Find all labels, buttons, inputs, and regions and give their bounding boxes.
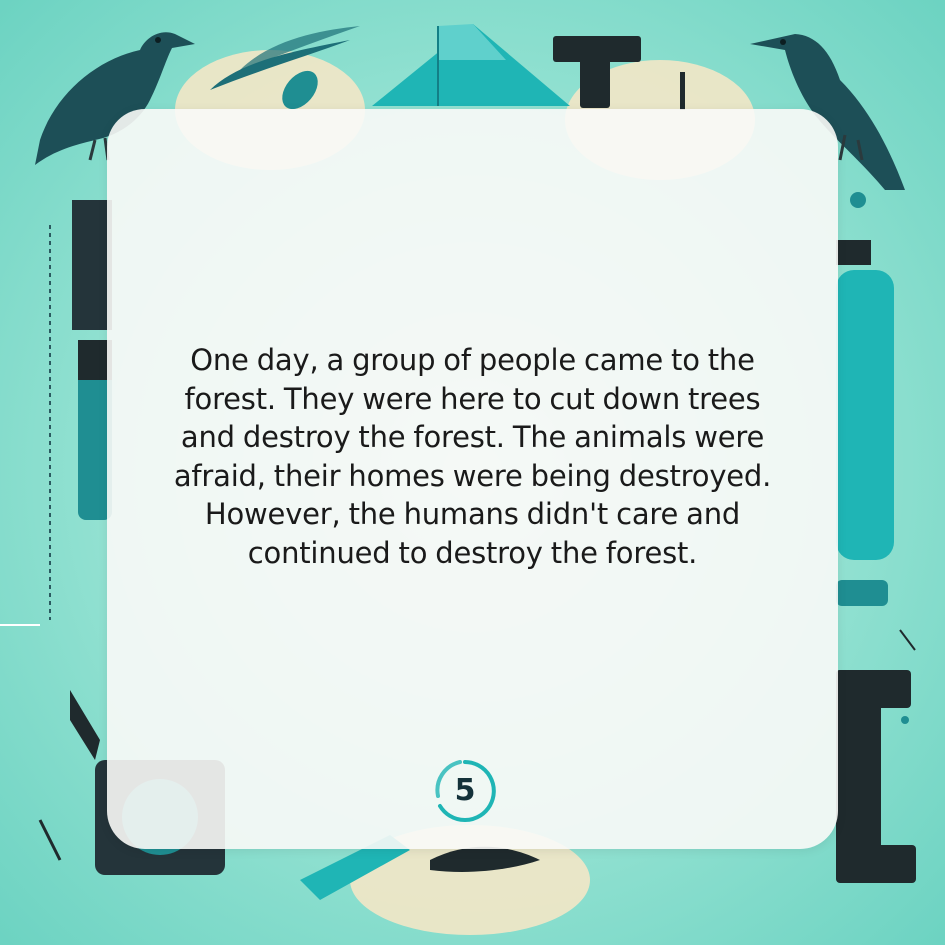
page-number-badge: 5 [430, 756, 500, 826]
story-line: afraid, their homes were being destroyed… [173, 458, 772, 493]
story-line: One day, a group of people came to the [190, 343, 755, 377]
left-bar [72, 200, 112, 330]
story-line: continued to destroy the forest. [247, 535, 698, 570]
story-line: However, the humans didn't care and [204, 497, 741, 531]
page-number: 5 [454, 773, 476, 808]
bottle-icon [836, 240, 894, 606]
pencil-icon [680, 72, 685, 110]
story-line: and destroy the forest. The animals were [180, 420, 765, 454]
story-card: One day, a group of people came to the f… [107, 109, 838, 849]
story-line: forest. They were here to cut down trees [184, 381, 761, 416]
story-text: One day, a group of people came to the f… [107, 341, 838, 572]
